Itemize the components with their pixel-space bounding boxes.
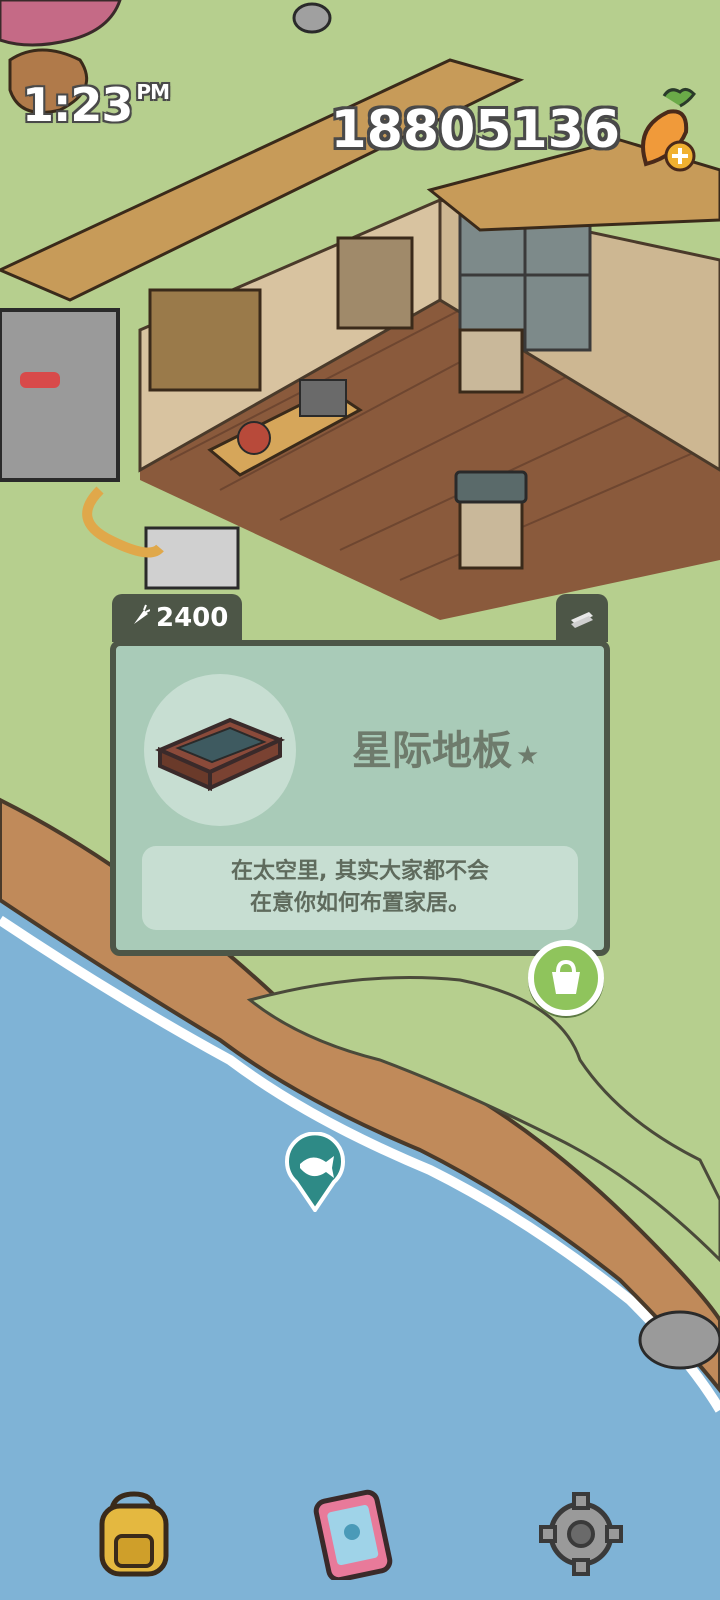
clock-time: 1:23 PM — [22, 78, 170, 132]
item-info-card: 星际地板 ★ 在太空里, 其实大家都不会 在意你如何布置家居。 — [110, 640, 610, 956]
item-description-line-2: 在意你如何布置家居。 — [249, 891, 470, 916]
phone-map-button[interactable] — [310, 1488, 396, 1583]
clock-ampm: PM — [136, 80, 170, 104]
space-floor-tile-icon — [154, 717, 286, 792]
item-description-line-1: 在太空里, 其实大家都不会 — [230, 859, 490, 884]
shopping-bag-button[interactable] — [528, 940, 604, 1016]
item-price-tab: 2400 — [112, 594, 242, 642]
fishing-spot-pin[interactable] — [282, 1131, 348, 1214]
backpack-icon — [99, 1491, 169, 1577]
carrot-icon — [130, 603, 151, 633]
item-name: 星际地板 ★ — [352, 718, 539, 776]
settings-button[interactable] — [538, 1488, 624, 1580]
stack-icon — [556, 594, 608, 642]
gear-icon — [539, 1492, 623, 1576]
clock-hours: 1:23 — [22, 78, 133, 132]
item-image — [144, 674, 296, 826]
fish-icon — [285, 1131, 345, 1214]
phone-map-icon — [313, 1489, 393, 1583]
item-price: 2400 — [156, 603, 229, 633]
item-description: 在太空里, 其实大家都不会 在意你如何布置家居。 — [142, 846, 578, 930]
backpack-button[interactable] — [92, 1488, 178, 1580]
shopping-bag-icon — [552, 959, 580, 994]
carrot-plus-icon[interactable] — [624, 86, 706, 178]
rarity-star-icon: ★ — [516, 741, 540, 771]
item-name-text: 星际地板 — [352, 728, 512, 774]
carrot-counter: 18805136 — [330, 100, 620, 160]
